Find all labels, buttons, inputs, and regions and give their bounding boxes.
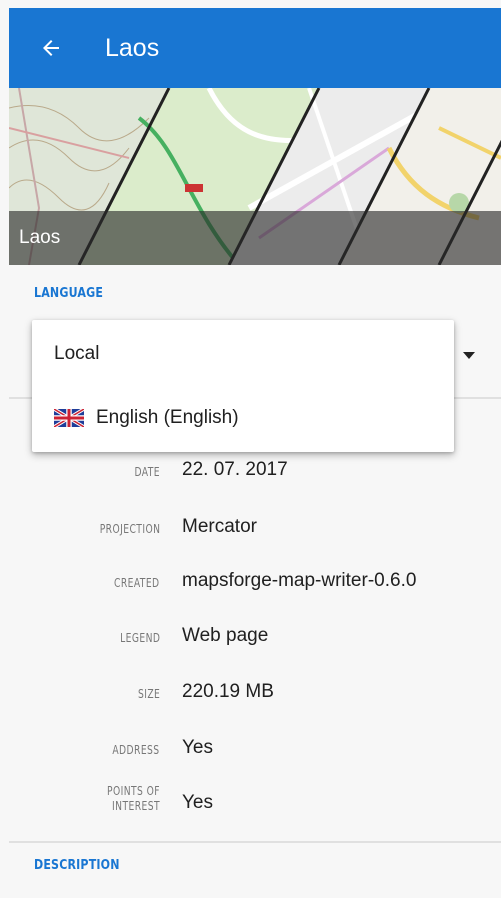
detail-label: ADDRESS [112, 743, 160, 757]
divider [9, 841, 501, 843]
back-button[interactable] [33, 30, 69, 66]
status-bar [0, 0, 501, 8]
detail-row-date: DATE 22. 07. 2017 [0, 457, 501, 487]
arrow-back-icon [43, 40, 59, 56]
detail-value: Mercator [182, 516, 257, 537]
language-option-label: Local [54, 343, 100, 364]
map-caption-bar [9, 211, 501, 265]
detail-value: Yes [182, 792, 213, 813]
language-option-english[interactable]: English (English) [32, 388, 454, 448]
map-preview-banner: Laos [9, 88, 501, 265]
legend-link[interactable]: Web page [182, 625, 268, 647]
page-title: Laos [105, 33, 160, 62]
detail-label: POINTS OF INTEREST [107, 784, 160, 813]
detail-row-created: CREATED mapsforge-map-writer-0.6.0 [0, 568, 501, 598]
language-section-label: LANGUAGE [34, 286, 104, 301]
detail-label: PROJECTION [99, 522, 160, 536]
detail-value: 22. 07. 2017 [182, 459, 288, 480]
map-caption: Laos [19, 227, 61, 248]
detail-label: LEGEND [119, 631, 160, 645]
uk-flag-icon [54, 409, 84, 427]
detail-row-legend: LEGEND Web page [0, 623, 501, 653]
language-option-label: English (English) [96, 407, 239, 428]
dropdown-arrow-icon[interactable] [463, 352, 475, 359]
detail-label: SIZE [137, 687, 160, 701]
detail-label: CREATED [114, 576, 160, 590]
detail-row-points-of-interest: POINTS OF INTEREST Yes [0, 783, 501, 813]
description-section-label: DESCRIPTION [34, 858, 120, 873]
detail-row-projection: PROJECTION Mercator [0, 514, 501, 544]
detail-row-address: ADDRESS Yes [0, 735, 501, 765]
detail-value: Yes [182, 737, 213, 758]
language-option-local[interactable]: Local [32, 324, 454, 384]
app-bar: Laos [9, 8, 501, 88]
detail-value: 220.19 MB [182, 681, 274, 702]
detail-value: mapsforge-map-writer-0.6.0 [182, 570, 417, 591]
detail-label: DATE [134, 465, 160, 479]
language-dropdown-menu: Local English (English) [32, 320, 454, 452]
detail-row-size: SIZE 220.19 MB [0, 679, 501, 709]
